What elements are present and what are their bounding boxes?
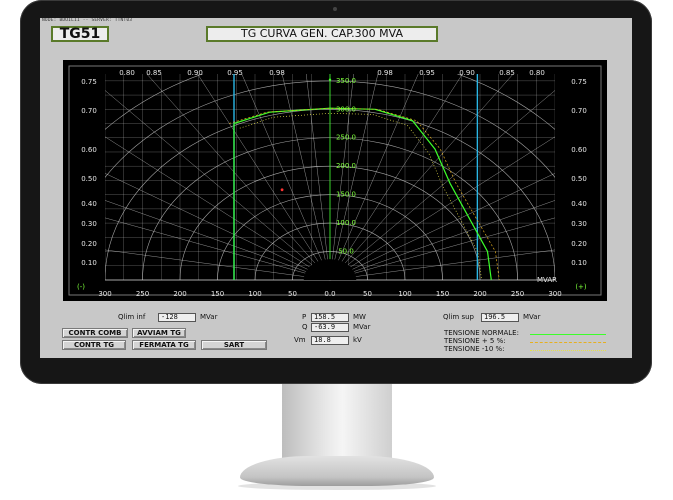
pf-top-label: 0.85 <box>499 69 515 77</box>
mw-axis-label: 100.0 <box>336 219 356 227</box>
mvar-axis-label: 200 <box>173 290 186 298</box>
mvar-axis-label: 50 <box>288 290 297 298</box>
unit-badge: TG51 <box>51 26 109 42</box>
mw-axis-label: 300.0 <box>336 105 356 113</box>
pf-top-label: 0.98 <box>377 69 393 77</box>
legend-minus10-label: TENSIONE -10 %: <box>444 345 505 353</box>
qlim-inf-value: -128 <box>158 313 196 322</box>
pf-top-label: 0.80 <box>119 69 135 77</box>
webcam-icon <box>333 7 337 11</box>
pf-left-label: 0.75 <box>81 78 97 86</box>
avviam-tg-button[interactable]: AVVIAM TG <box>132 328 186 338</box>
pf-right-label: 0.10 <box>571 259 587 267</box>
monitor-stand-base <box>240 456 434 486</box>
mvar-axis-label: 50 <box>363 290 372 298</box>
positive-q-label: (+) <box>575 283 587 291</box>
mvar-axis-label: 0.0 <box>324 290 335 298</box>
mvar-unit-label: MVAR <box>537 276 557 284</box>
capability-chart: 0.80 0.85 0.90 0.95 0.98 0.98 0.95 0.90 0.85 0.80… <box>63 60 607 301</box>
contr-tg-button[interactable]: CONTR TG <box>62 340 126 350</box>
mvar-axis-label: 150 <box>211 290 224 298</box>
pf-left-label: 0.70 <box>81 107 97 115</box>
legend-plus5-line <box>530 342 606 343</box>
p-label: P <box>302 313 307 321</box>
q-unit: MVar <box>353 323 371 331</box>
mvar-axis-label: 100 <box>398 290 411 298</box>
pf-top-label: 0.90 <box>459 69 475 77</box>
sart-button[interactable]: SART <box>201 340 267 350</box>
mw-axis-label: 150.0 <box>336 191 356 199</box>
pf-top-label: 0.98 <box>269 69 285 77</box>
mvar-axis-label: 300 <box>548 290 561 298</box>
pf-top-label: 0.80 <box>529 69 545 77</box>
mvar-axis-label: 150 <box>436 290 449 298</box>
operating-point-marker <box>280 188 284 192</box>
p-value: 158.5 <box>311 313 349 322</box>
pf-right-label: 0.30 <box>571 220 587 228</box>
q-label: Q <box>302 323 308 331</box>
page-title: TG CURVA GEN. CAP.300 MVA <box>206 26 438 42</box>
qlim-inf-label: Qlim inf <box>118 313 146 321</box>
pf-right-label: 0.60 <box>571 146 587 154</box>
fermata-tg-button[interactable]: FERMATA TG <box>132 340 196 350</box>
screen: NODE: BDUIL11 -- SERVER: TTNT03 TG51 TG … <box>40 18 632 358</box>
qlim-inf-unit: MVar <box>200 313 218 321</box>
pf-top-label: 0.95 <box>227 69 243 77</box>
mw-axis-label: 250.0 <box>336 134 356 142</box>
pf-left-label: 0.60 <box>81 146 97 154</box>
pf-right-label: 0.40 <box>571 200 587 208</box>
mvar-axis-label: 250 <box>136 290 149 298</box>
negative-q-label: (-) <box>77 283 85 291</box>
p-unit: MW <box>353 313 366 321</box>
pf-top-label: 0.90 <box>187 69 203 77</box>
mvar-axis-label: 300 <box>98 290 111 298</box>
mvar-axis-label: 100 <box>248 290 261 298</box>
pf-right-label: 0.50 <box>571 175 587 183</box>
contr-comb-button[interactable]: CONTR COMB <box>62 328 128 338</box>
p-axis-top-marker <box>328 78 332 81</box>
q-value: -63.9 <box>311 323 349 332</box>
pf-right-label: 0.75 <box>571 78 587 86</box>
qlim-sup-value: 196.5 <box>481 313 519 322</box>
legend-minus10-line <box>530 350 606 351</box>
pf-right-label: 0.70 <box>571 107 587 115</box>
pf-left-label: 0.50 <box>81 175 97 183</box>
vm-unit: kV <box>353 336 362 344</box>
pf-right-label: 0.20 <box>571 240 587 248</box>
pf-top-label: 0.85 <box>146 69 162 77</box>
pf-left-label: 0.40 <box>81 200 97 208</box>
mvar-axis-label: 200 <box>473 290 486 298</box>
pf-top-label: 0.95 <box>419 69 435 77</box>
qlim-sup-unit: MVar <box>523 313 541 321</box>
legend-normal-line <box>530 334 606 335</box>
node-server-label: NODE: BDUIL11 -- SERVER: TTNT03 <box>42 18 133 23</box>
vm-label: Vm <box>294 336 306 344</box>
capability-chart-svg: 0.80 0.85 0.90 0.95 0.98 0.98 0.95 0.90 0.85 0.80… <box>63 60 607 301</box>
vm-value: 18.8 <box>311 336 349 345</box>
mw-axis-label: 50.0 <box>338 248 354 256</box>
qlim-sup-label: Qlim sup <box>443 313 474 321</box>
mvar-axis-label: 250 <box>511 290 524 298</box>
pf-left-label: 0.30 <box>81 220 97 228</box>
pf-left-label: 0.10 <box>81 259 97 267</box>
pf-left-label: 0.20 <box>81 240 97 248</box>
mw-axis-label: 350.0 <box>336 77 356 85</box>
mw-axis-label: 200.0 <box>336 162 356 170</box>
